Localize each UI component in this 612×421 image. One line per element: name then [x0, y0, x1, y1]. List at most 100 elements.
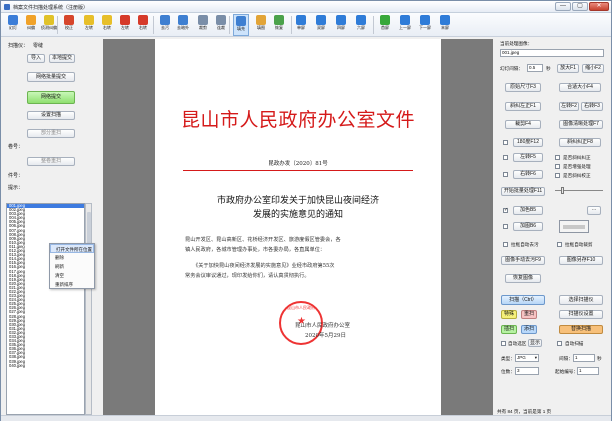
- whole-deskew-checkbox[interactable]: [555, 155, 560, 160]
- interval-input[interactable]: 1: [573, 354, 595, 362]
- toolbar-button-21[interactable]: 上一屏: [397, 14, 413, 36]
- left-turn-checkbox[interactable]: [503, 155, 508, 160]
- toolbar-button-7[interactable]: 左转: [117, 14, 133, 36]
- file-list-scrollbar[interactable]: [85, 203, 92, 415]
- toolbar-button-15[interactable]: 恢复: [271, 14, 287, 36]
- toolbar-button-14[interactable]: 填图: [253, 14, 269, 36]
- zoom-in-button[interactable]: 放大F1: [557, 64, 579, 73]
- auto-scan-label: 自动扫描: [565, 341, 584, 346]
- toolbar-button-9[interactable]: 去污: [157, 14, 173, 36]
- file-list-item[interactable]: 040.jpeg: [7, 363, 84, 368]
- threshold-slider-thumb[interactable]: [561, 187, 564, 194]
- import-button[interactable]: 导入: [27, 54, 45, 63]
- rotate180-checkbox[interactable]: [503, 140, 508, 145]
- auto-select-checkbox[interactable]: [501, 341, 506, 346]
- document-title-line-1: 市政府办公室印发关于加快昆山夜间经济: [216, 196, 379, 206]
- context-menu-item[interactable]: 打开文件所在位置: [50, 244, 94, 253]
- toolbar-button-11[interactable]: 裁剪: [195, 14, 211, 36]
- set-scan-button[interactable]: 设置扫描: [27, 111, 75, 120]
- network-submit-button[interactable]: 网络提交: [27, 91, 75, 104]
- rescan-button[interactable]: 重扫: [521, 310, 537, 319]
- more-button[interactable]: …: [587, 206, 601, 215]
- fit-size-button[interactable]: 合适大小F4: [559, 83, 601, 92]
- add-image-button[interactable]: 加图B6: [513, 222, 543, 231]
- document-viewer[interactable]: 昆山市人民政府办公室文件 昆政办发〔2020〕81号 市政府办公室印发关于加快昆…: [103, 39, 493, 415]
- replace-scan-button[interactable]: 替换扫描: [559, 325, 603, 334]
- toolbar-button-17[interactable]: 双屏: [313, 14, 329, 36]
- image-sharpen-button[interactable]: 图像清晰处理F7: [559, 120, 603, 129]
- whole-rotate-checkbox[interactable]: [555, 173, 560, 178]
- add-image-checkbox[interactable]: [503, 224, 508, 229]
- toolbar-button-10[interactable]: 去暗外: [175, 14, 191, 36]
- toolbar-button-5[interactable]: 左转: [81, 14, 97, 36]
- select-scanner-button[interactable]: 选择扫描仪: [559, 295, 603, 305]
- digits-label: 位数：: [501, 369, 515, 374]
- toolbar-button-22[interactable]: 下一屏: [417, 14, 433, 36]
- right-turn-button[interactable]: 右转F6: [513, 170, 543, 179]
- add-color-checkbox[interactable]: [503, 207, 508, 213]
- right-turn-checkbox[interactable]: [503, 172, 508, 177]
- type-select[interactable]: JPG ▾: [515, 354, 539, 362]
- file-list[interactable]: 001.jpeg 002.jpeg 003.jpeg 004.jpeg 005.jpeg…: [6, 203, 85, 415]
- restore-image-button[interactable]: 恢复图像: [505, 274, 541, 283]
- rotate-left-f2-button[interactable]: 左转F2: [559, 102, 579, 111]
- scan-button[interactable]: 扫描（Ctrl）: [501, 295, 545, 305]
- minimize-button[interactable]: —: [555, 2, 571, 11]
- current-image-field[interactable]: 001.jpeg: [500, 49, 604, 57]
- toolbar-button-1[interactable]: 幻灯: [5, 14, 21, 36]
- toolbar-button-13[interactable]: 填充: [233, 14, 249, 36]
- seal-text: 昆山市人民政府: [287, 305, 315, 310]
- toolbar-button-6[interactable]: 右转: [99, 14, 115, 36]
- slide-interval-input[interactable]: 0.5: [527, 64, 543, 72]
- batch-submit-button[interactable]: 网络批量提交: [27, 72, 75, 82]
- local-submit-button[interactable]: 本地提交: [49, 54, 75, 63]
- crop-f4-button[interactable]: 裁剪F4: [505, 120, 541, 129]
- scanner-settings-button[interactable]: 扫描仪设置: [559, 310, 603, 319]
- insert-scan-button[interactable]: 插扫: [501, 325, 517, 334]
- add-color-button[interactable]: 加色B5: [513, 206, 543, 215]
- prev-screen-icon: [400, 15, 410, 25]
- toolbar-button-3[interactable]: 侦测纠偏: [41, 14, 57, 36]
- toolbar-label: 填图: [257, 25, 265, 30]
- left-turn-button[interactable]: 左转F5: [513, 153, 543, 162]
- context-menu-item[interactable]: 刷新: [50, 262, 94, 271]
- toolbar-button-23[interactable]: 末屏: [437, 14, 453, 36]
- auto-orient-checkbox[interactable]: [503, 242, 508, 247]
- whole-enhance-checkbox[interactable]: [555, 164, 560, 169]
- auto-crop-checkbox[interactable]: [557, 242, 562, 247]
- deskew-left-button[interactable]: 斜纠左正F1: [505, 102, 541, 111]
- toolbar-label: 去污: [161, 25, 169, 30]
- zoom-out-button[interactable]: 缩小F2: [582, 64, 604, 73]
- toolbar-button-2[interactable]: 纠偏: [23, 14, 39, 36]
- original-size-button[interactable]: 原始尺寸F3: [505, 83, 541, 92]
- manual-despeckle-button[interactable]: 图像手动去污F9: [501, 256, 545, 265]
- batch-process-button[interactable]: 开始批量处理F11: [501, 187, 545, 196]
- special-button[interactable]: 特殊: [501, 310, 517, 319]
- toolbar-button-4[interactable]: 校正: [61, 14, 77, 36]
- rescan-volume-button[interactable]: 整卷重扫: [27, 157, 75, 166]
- close-button[interactable]: ✕: [589, 2, 609, 11]
- context-menu-item[interactable]: 重新排序: [50, 280, 94, 289]
- auto-scan-checkbox[interactable]: [557, 341, 562, 346]
- maximize-button[interactable]: ▢: [572, 2, 588, 11]
- start-no-input[interactable]: 1: [577, 367, 599, 375]
- single-view-icon: [296, 15, 306, 25]
- quad-view-icon: [336, 15, 346, 25]
- rotate-right-f3-button[interactable]: 右转F3: [581, 102, 603, 111]
- toolbar-button-20[interactable]: 首屏: [377, 14, 393, 36]
- toolbar-button-18[interactable]: 四屏: [333, 14, 349, 36]
- toolbar-label: 六屏: [357, 25, 365, 30]
- image-save-as-button[interactable]: 图像另存F10: [559, 256, 603, 265]
- toolbar-button-19[interactable]: 六屏: [353, 14, 369, 36]
- toolbar-button-16[interactable]: 单屏: [293, 14, 309, 36]
- partial-rescan-button[interactable]: 部分重扫: [27, 129, 75, 138]
- digits-input[interactable]: 3: [515, 367, 539, 375]
- toolbar-button-12[interactable]: 连裁: [213, 14, 229, 36]
- toolbar-button-8[interactable]: 右转: [135, 14, 151, 36]
- show-button[interactable]: 显示: [528, 339, 542, 347]
- rotate-180-button[interactable]: 180度F12: [513, 138, 543, 147]
- context-menu-item[interactable]: 清空: [50, 271, 94, 280]
- append-scan-button[interactable]: 添扫: [521, 325, 537, 334]
- context-menu-item[interactable]: 删除: [50, 253, 94, 262]
- deskew-f8-button[interactable]: 斜纠纠正F8: [559, 138, 601, 147]
